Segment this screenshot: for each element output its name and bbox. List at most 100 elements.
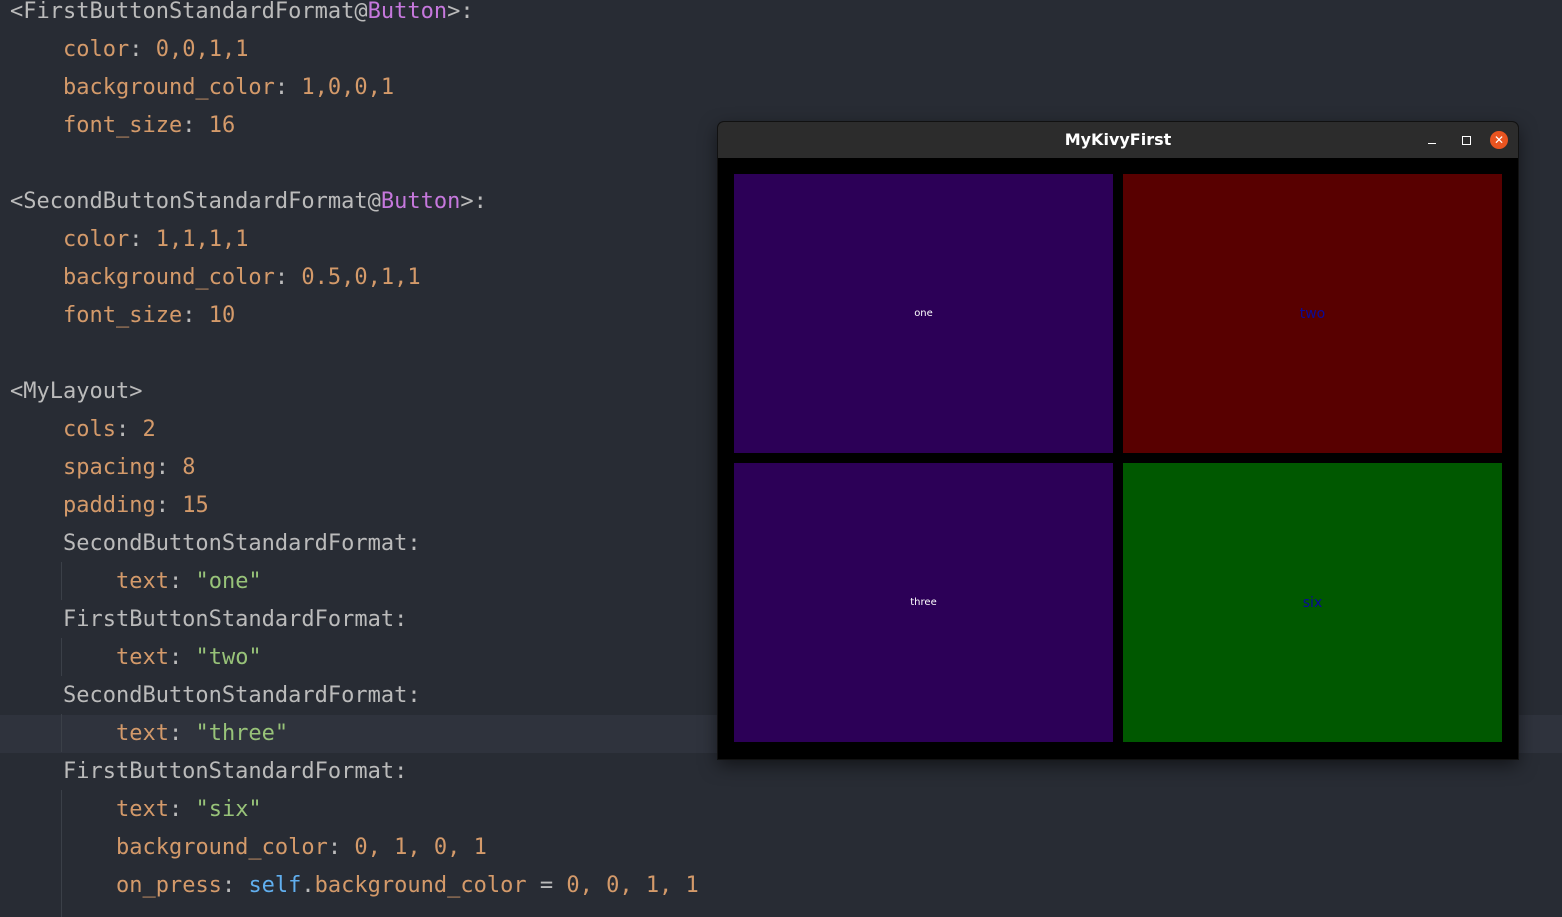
button-one[interactable]: one (734, 174, 1113, 453)
code-token: background_color (115, 835, 328, 860)
code-token: text (115, 797, 169, 822)
code-token: font_size (62, 303, 183, 328)
code-token: color (62, 227, 130, 252)
code-token: = (526, 873, 567, 898)
code-token: text (115, 569, 169, 594)
code-token: : (129, 37, 156, 62)
code-token: : (168, 797, 196, 822)
code-token: font_size (62, 113, 183, 138)
code-token: SecondButtonStandardFormat: (10, 531, 421, 556)
code-token: text (115, 645, 169, 670)
code-token: : (115, 417, 143, 442)
code-token: 0, 0, 1, 1 (566, 873, 699, 898)
code-token: FirstButtonStandardFormat: (10, 607, 408, 632)
code-token: Button (367, 0, 448, 24)
indent-guide (61, 714, 62, 752)
indent-guide (61, 638, 62, 676)
code-token: : (182, 113, 209, 138)
code-token: : (221, 873, 249, 898)
code-token: self (248, 873, 302, 898)
code-token: 16 (208, 113, 236, 138)
code-token: 0, 1, 0, 1 (354, 835, 487, 860)
code-token: padding (62, 493, 156, 518)
code-token: : (155, 455, 183, 480)
code-token: : (155, 493, 183, 518)
code-token: >: (447, 0, 474, 24)
code-token: 1,1,1,1 (155, 227, 249, 252)
code-token: >: (460, 189, 487, 214)
code-token: . (301, 873, 315, 898)
code-token: <MyLayout> (10, 379, 143, 404)
code-token: : (168, 645, 196, 670)
close-button[interactable]: ✕ (1490, 131, 1508, 149)
code-token: 0,0,1,1 (155, 37, 249, 62)
code-token: 8 (182, 455, 196, 480)
code-token: text (115, 721, 169, 746)
code-token: : (182, 303, 209, 328)
indent-guide (61, 562, 62, 600)
window-title: MyKivyFirst (1064, 130, 1172, 149)
button-three-label: three (910, 597, 937, 608)
code-token: 10 (208, 303, 236, 328)
minimize-button[interactable] (1423, 131, 1441, 149)
code-token: "one" (195, 569, 262, 594)
minimize-icon (1428, 142, 1436, 144)
code-token: : (327, 835, 355, 860)
code-token: : (274, 75, 302, 100)
code-token: FirstButtonStandardFormat: (10, 759, 408, 784)
my-layout-grid: one two three six (718, 158, 1518, 759)
code-token: SecondButtonStandardFormat: (10, 683, 421, 708)
code-line[interactable]: color: 0,0,1,1 (0, 31, 1562, 69)
code-token: : (129, 227, 156, 252)
code-token: on_press (115, 873, 222, 898)
code-token: <SecondButtonStandardFormat@ (10, 189, 381, 214)
kivy-app-window[interactable]: MyKivyFirst ✕ one two three six (718, 122, 1518, 759)
code-token: 2 (142, 417, 156, 442)
code-token: background_color (62, 265, 275, 290)
code-line[interactable]: background_color: 1,0,0,1 (0, 69, 1562, 107)
code-token: Button (380, 189, 461, 214)
button-six-label: six (1302, 594, 1323, 611)
maximize-button[interactable] (1457, 131, 1475, 149)
code-token: "three" (195, 721, 289, 746)
code-token: color (62, 37, 130, 62)
code-token: : (168, 721, 196, 746)
code-token: 1,0,0,1 (301, 75, 395, 100)
code-token: background_color (62, 75, 275, 100)
button-six[interactable]: six (1123, 463, 1502, 742)
window-titlebar[interactable]: MyKivyFirst ✕ (718, 122, 1518, 158)
code-token: 0.5,0,1,1 (301, 265, 421, 290)
maximize-icon (1461, 135, 1471, 145)
button-one-label: one (914, 308, 933, 319)
code-line[interactable]: on_press: self.background_color = 0, 0, … (0, 867, 1562, 905)
code-token: : (274, 265, 302, 290)
button-two-label: two (1299, 305, 1326, 322)
code-token: "two" (195, 645, 262, 670)
code-line[interactable]: <FirstButtonStandardFormat@Button>: (0, 0, 1562, 31)
button-three[interactable]: three (734, 463, 1113, 742)
code-line[interactable]: background_color: 0, 1, 0, 1 (0, 829, 1562, 867)
code-token: <FirstButtonStandardFormat@ (10, 0, 368, 24)
code-token: "six" (195, 797, 262, 822)
close-icon: ✕ (1493, 133, 1505, 147)
button-two[interactable]: two (1123, 174, 1502, 453)
indent-guide (61, 790, 62, 917)
code-token: 15 (182, 493, 209, 518)
code-line[interactable]: text: "six" (0, 791, 1562, 829)
code-token: background_color (314, 873, 527, 898)
code-token: cols (62, 417, 116, 442)
code-token: : (168, 569, 196, 594)
